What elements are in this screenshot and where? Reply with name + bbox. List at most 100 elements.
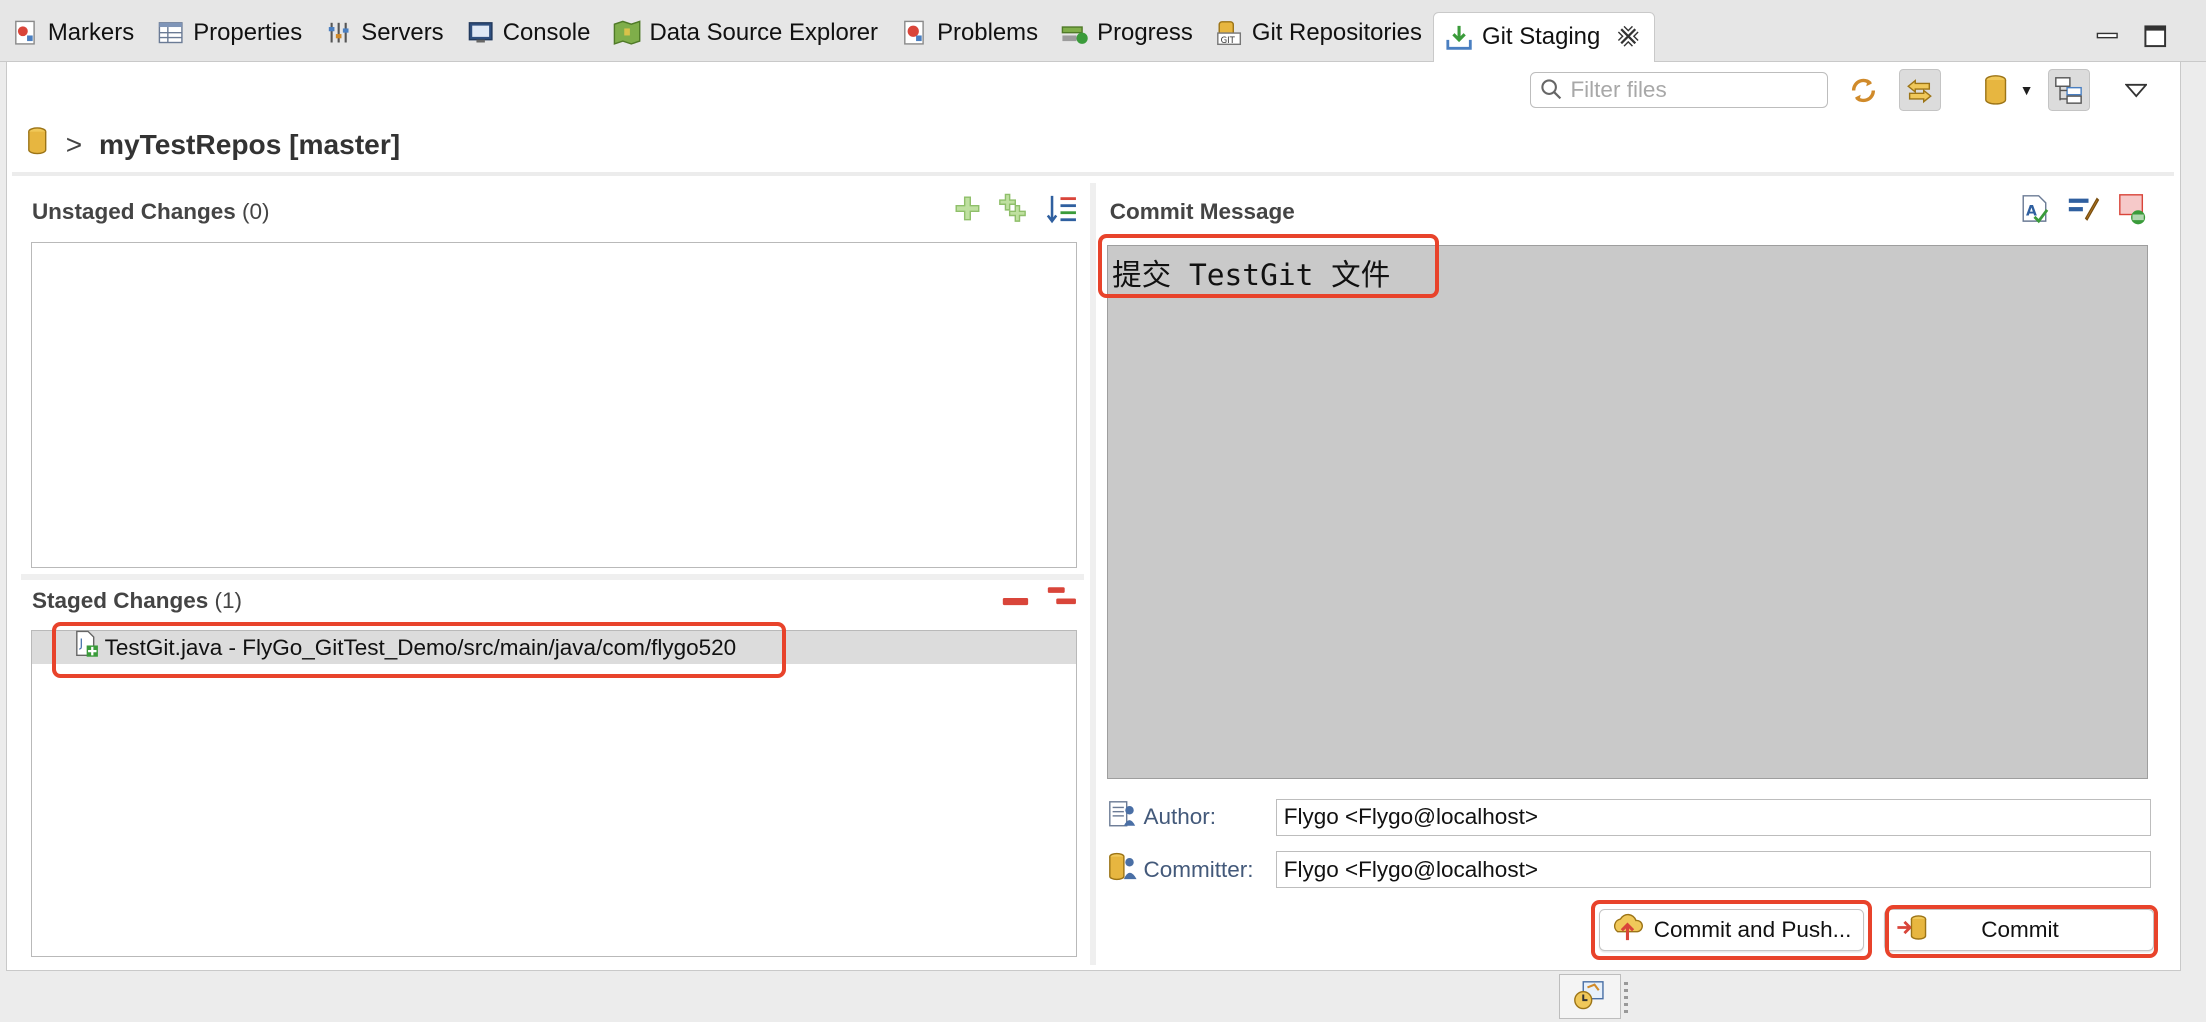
author-label: Author: [1107,799,1276,836]
staged-changes-title: Staged Changes (1) [32,588,242,614]
staged-count: (1) [214,587,243,613]
committer-label: Committer: [1107,851,1276,888]
tab-label: Properties [193,18,303,46]
commit-message-text: 提交 TestGit 文件 [1112,258,1391,293]
author-label-text: Author: [1143,804,1217,830]
author-row: Author: Flygo <Flygo@localhost> [1107,799,2151,836]
presentation-button[interactable] [2047,68,2090,112]
commit-message-editor[interactable]: 提交 TestGit 文件 [1106,244,2149,780]
background-tasks-button[interactable] [1558,973,1621,1019]
committer-icon [1107,851,1138,888]
commit-icon [1896,912,1930,949]
commit-button[interactable]: Commit [1883,908,2154,952]
tab-label: Markers [47,18,135,46]
repository-menu-button[interactable] [1975,69,2017,111]
git-staging-icon [1445,23,1473,51]
author-icon [1107,799,1138,836]
tab-problems[interactable]: Problems [889,5,1049,61]
filter-files-input[interactable] [1570,77,1824,104]
repository-icon [26,126,49,164]
refresh-icon [1851,78,1876,102]
filter-files-field[interactable] [1530,71,1829,109]
add-all-to-index-icon[interactable] [997,193,1031,232]
console-icon [466,19,494,47]
author-field[interactable]: Flygo <Flygo@localhost> [1275,799,2151,836]
tab-label: Console [502,18,591,46]
refresh-button[interactable] [1842,69,1884,111]
tab-servers[interactable]: Servers [313,5,454,61]
file-label: TestGit.java - FlyGo_GitTest_Demo/src/ma… [104,634,737,660]
layout-icon [2055,76,2083,104]
repository-icon [1985,75,2007,105]
maximize-icon[interactable] [2144,20,2167,56]
sort-icon[interactable] [1045,193,1079,232]
tab-label: Progress [1097,18,1193,46]
spell-check-icon[interactable]: A [2019,193,2050,232]
tab-markers[interactable]: Markers [0,5,145,61]
git-staging-view: ▼ > myTestRepos [master] Unstaged Change… [5,61,2181,971]
tab-git-repositories[interactable]: GIT Git Repositories [1204,5,1433,61]
link-with-selection-button[interactable] [1898,68,1941,112]
chevron-down-icon[interactable]: ▼ [2020,82,2034,98]
unstaged-count: (0) [242,199,270,225]
committer-label-text: Committer: [1143,856,1254,882]
unstaged-changes-title: Unstaged Changes (0) [32,199,270,225]
commit-label: Commit [1981,917,2059,942]
tab-console[interactable]: Console [455,5,602,61]
unstaged-changes-header: Unstaged Changes (0) [32,191,1079,233]
tab-label: Git Staging [1482,23,1601,51]
minimize-icon[interactable] [2096,20,2119,56]
tab-data-source-explorer[interactable]: Data Source Explorer [602,5,890,61]
progress-view-icon [1573,981,1604,1010]
commit-and-push-button[interactable]: Commit and Push... [1599,908,1864,952]
view-tab-bar: Markers Properties Servers Console Data … [0,0,2206,63]
servers-icon [325,19,353,47]
repository-name[interactable]: myTestRepos [master] [99,129,400,161]
java-file-added-icon: J [74,630,99,664]
progress-icon [1061,19,1089,47]
commit-message-header: Commit Message A [1110,191,2151,233]
remove-all-from-index-icon[interactable] [1045,583,1079,619]
commit-and-push-icon [1612,912,1643,949]
add-to-index-icon[interactable] [952,193,983,232]
breadcrumb-separator: > [65,128,83,160]
commit-message-title: Commit Message [1109,199,1295,225]
svg-text:GIT: GIT [1221,35,1236,45]
staging-toolbar: ▼ [1530,68,2157,113]
status-grip [1623,982,1628,1014]
tab-properties[interactable]: Properties [145,5,313,61]
data-source-icon [613,19,641,47]
status-bar [0,973,2206,1022]
unstaged-changes-list[interactable] [30,242,1078,569]
tab-git-staging[interactable]: Git Staging [1433,11,1655,63]
staged-changes-list[interactable]: J TestGit.java - FlyGo_GitTest_Demo/src/… [30,630,1078,957]
tab-progress[interactable]: Progress [1049,5,1204,61]
triangle-down-icon [2124,83,2148,98]
tab-label: Problems [937,18,1039,46]
list-item[interactable]: J TestGit.java - FlyGo_GitTest_Demo/src/… [31,630,1077,664]
sash[interactable] [1090,182,1096,966]
tab-label: Data Source Explorer [649,18,879,46]
staged-title-text: Staged Changes [31,587,209,613]
link-with-editor-icon [1907,78,1933,103]
change-id-icon[interactable] [2117,192,2151,234]
unstaged-title-text: Unstaged Changes [31,199,236,225]
problems-icon [901,19,929,47]
properties-icon [157,19,185,47]
committer-row: Committer: Flygo <Flygo@localhost> [1107,851,2151,888]
git-repositories-icon: GIT [1215,19,1243,47]
staged-changes-header: Staged Changes (1) [32,580,1079,622]
svg-text:J: J [78,637,82,650]
committer-field[interactable]: Flygo <Flygo@localhost> [1275,851,2151,888]
signed-off-icon[interactable] [2066,193,2100,232]
view-menu-button[interactable] [2115,69,2157,111]
markers-icon [11,19,39,47]
search-icon [1540,72,1563,108]
commit-and-push-label: Commit and Push... [1653,917,1852,942]
header-divider [12,171,2175,176]
tab-label: Git Repositories [1251,18,1422,46]
remove-from-index-icon[interactable] [1000,583,1031,619]
close-icon[interactable] [1617,25,1642,50]
tab-label: Servers [361,18,444,46]
repository-header: > myTestRepos [master] [26,124,400,166]
